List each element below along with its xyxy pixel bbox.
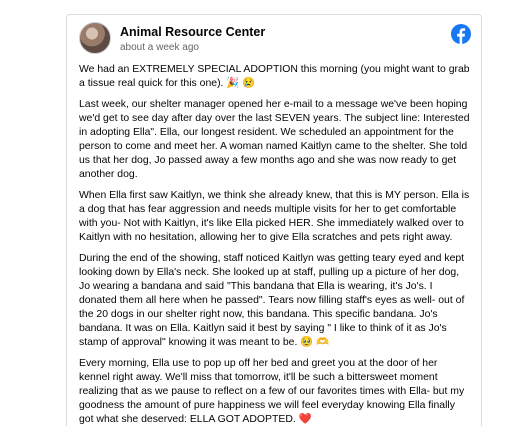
- facebook-logo-icon: [451, 24, 471, 44]
- post-paragraph-5: Every morning, Ella use to pop up off he…: [79, 358, 465, 425]
- post-paragraph-1: We had an EXTREMELY SPECIAL ADOPTION thi…: [79, 64, 470, 89]
- post-paragraph-2: Last week, our shelter manager opened he…: [79, 99, 470, 180]
- facebook-post-card: Animal Resource Center about a week ago …: [66, 14, 482, 426]
- page-avatar[interactable]: [79, 22, 111, 54]
- post-body: We had an EXTREMELY SPECIAL ADOPTION thi…: [79, 63, 471, 434]
- post-header: Animal Resource Center about a week ago: [79, 22, 471, 62]
- post-paragraph-3: When Ella first saw Kaitlyn, we think sh…: [79, 190, 470, 243]
- page-name-link[interactable]: Animal Resource Center: [120, 25, 265, 39]
- post-paragraph-4: During the end of the showing, staff not…: [79, 253, 465, 348]
- post-timestamp[interactable]: about a week ago: [120, 42, 199, 53]
